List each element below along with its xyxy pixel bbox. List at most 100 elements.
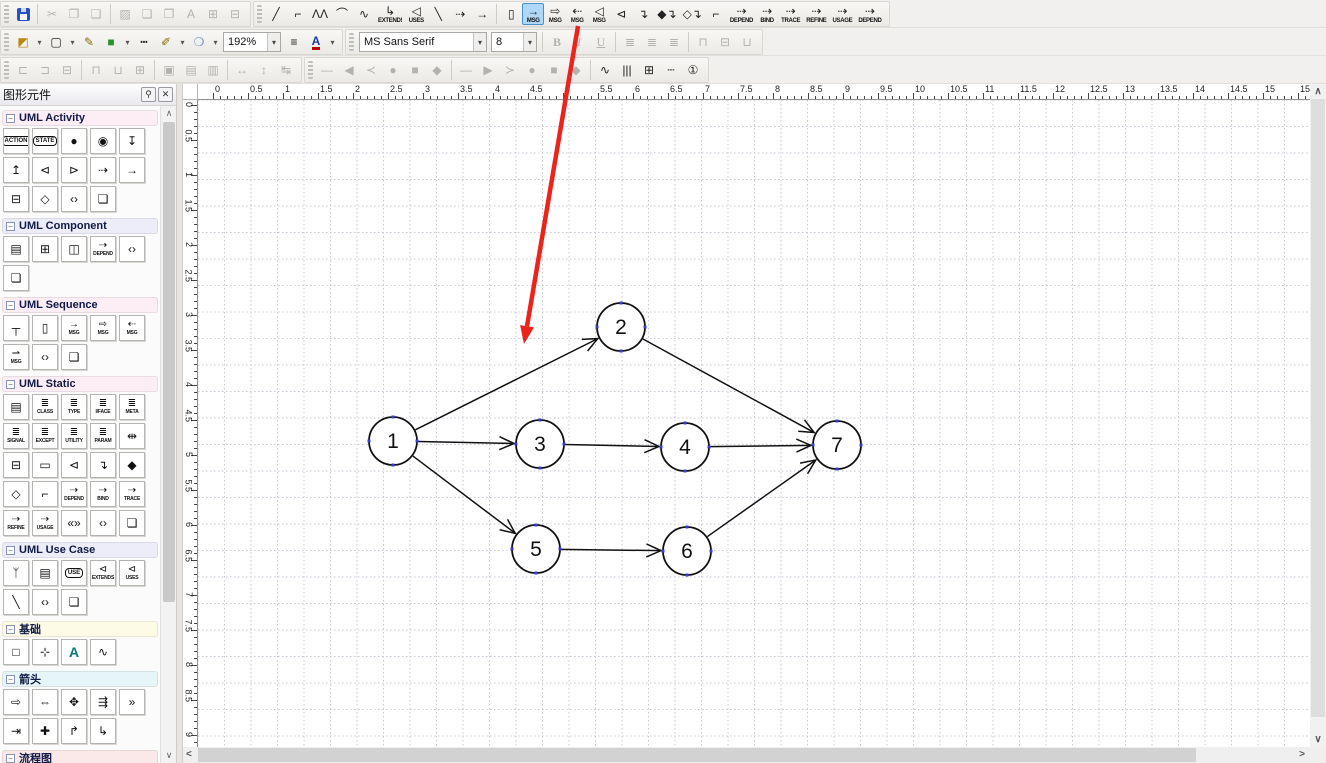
tile-composition[interactable]: ◆: [119, 452, 145, 478]
toolbar-grip[interactable]: [4, 33, 9, 51]
save-button[interactable]: [12, 3, 34, 25]
diagram-edge-6-7[interactable]: [707, 460, 815, 537]
diagram-node-4[interactable]: 4: [660, 422, 711, 473]
tile-depend[interactable]: ⇢DEPEND: [90, 236, 116, 262]
font-family-combo-dropdown[interactable]: ▾: [473, 33, 486, 51]
tile-trace[interactable]: ⇢TRACE: [119, 481, 145, 507]
section-header[interactable]: −UML Sequence: [2, 297, 158, 313]
send-back-button[interactable]: ❐: [158, 3, 180, 25]
tile-line[interactable]: ╲: [3, 589, 29, 615]
toolbar-grip[interactable]: [257, 5, 262, 23]
tile-metaclass[interactable]: ≣META: [119, 394, 145, 420]
tile-arrow-right[interactable]: ⇨: [3, 689, 29, 715]
toolbar-grip[interactable]: [349, 33, 354, 51]
diagram-node-5[interactable]: 5: [511, 524, 562, 575]
tile-class-assoc[interactable]: ⇹: [119, 423, 145, 449]
distribute-v-button[interactable]: ↕: [253, 59, 275, 81]
tile-param-class[interactable]: ≣PARAM: [90, 423, 116, 449]
msg-return-arrow[interactable]: ⇠MSG: [566, 3, 588, 25]
insert-picture-button[interactable]: ▨: [114, 3, 136, 25]
line-tool[interactable]: ╱: [265, 3, 287, 25]
tile-extends[interactable]: ⊲EXTENDS: [90, 560, 116, 586]
align-shapes-right[interactable]: ⊐: [34, 59, 56, 81]
tile-package[interactable]: ▤: [3, 236, 29, 262]
trace-connector[interactable]: ⇢TRACE: [778, 3, 803, 25]
same-height-button[interactable]: ▤: [180, 59, 202, 81]
diagram-edge-4-7[interactable]: [710, 439, 811, 452]
number-button[interactable]: ①: [682, 59, 704, 81]
diagram-edge-2-7[interactable]: [643, 339, 814, 433]
tile-corner-arrow-up[interactable]: ↱: [61, 718, 87, 744]
fill-color-dropdown[interactable]: ▾: [34, 31, 45, 53]
collapse-icon[interactable]: −: [6, 754, 15, 763]
tile-action[interactable]: ACTION: [3, 128, 29, 154]
line-color-button[interactable]: ▢: [45, 31, 67, 53]
scroll-right-icon[interactable]: >: [1299, 749, 1305, 760]
extend-connector[interactable]: ↳EXTEND!: [375, 3, 405, 25]
toolbar-grip[interactable]: [308, 61, 313, 79]
tile-note[interactable]: ‹›: [119, 236, 145, 262]
canvas-vertical-scrollbar[interactable]: ∧ ∨: [1310, 84, 1326, 747]
tile-decision[interactable]: ◇: [32, 186, 58, 212]
copy-button[interactable]: ❐: [63, 3, 85, 25]
arc-tool[interactable]: ⌒: [331, 3, 353, 25]
tile-note[interactable]: ‹›: [90, 510, 116, 536]
canvas-horizontal-scrollbar[interactable]: < >: [183, 747, 1310, 763]
tile-chevron[interactable]: »: [119, 689, 145, 715]
tile-stereo-package[interactable]: «»: [61, 510, 87, 536]
lifeline-tool[interactable]: ▯: [500, 3, 522, 25]
diagram-edge-5-6[interactable]: [561, 544, 661, 557]
align-shapes-middle[interactable]: ⊞: [129, 59, 151, 81]
diagram-node-6[interactable]: 6: [662, 526, 713, 577]
tile-depend[interactable]: ⇢DEPEND: [61, 481, 87, 507]
zoom-combo-dropdown[interactable]: ▾: [267, 33, 280, 51]
diagram-node-3[interactable]: 3: [515, 419, 566, 470]
tile-arrow-quad[interactable]: ✥: [61, 689, 87, 715]
scroll-up-icon[interactable]: ∧: [1310, 86, 1326, 97]
font-size-combo[interactable]: 8▾: [491, 32, 537, 52]
line-weight-button[interactable]: ≡: [283, 31, 305, 53]
valign-top-button[interactable]: ⊓: [692, 31, 714, 53]
align-shapes-center[interactable]: ⊟: [56, 59, 78, 81]
parallel-lines-button[interactable]: |||: [616, 59, 638, 81]
toolbar-grip[interactable]: [4, 61, 9, 79]
tile-dashed-arrow[interactable]: ⇢: [90, 157, 116, 183]
valign-bottom-button[interactable]: ⊔: [736, 31, 758, 53]
tile-join-node[interactable]: ↥: [3, 157, 29, 183]
depend-connector[interactable]: ⇢DEPEND: [727, 3, 756, 25]
end-arrow-open[interactable]: ≻: [499, 59, 521, 81]
generalization-tool[interactable]: ⊲: [610, 3, 632, 25]
tile-page[interactable]: ❏: [3, 265, 29, 291]
toolbar-grip[interactable]: [4, 5, 9, 23]
valign-middle-button[interactable]: ⊟: [714, 31, 736, 53]
tile-item[interactable]: ▭: [32, 452, 58, 478]
begin-diamond[interactable]: ◆: [426, 59, 448, 81]
tile-page[interactable]: ❏: [119, 510, 145, 536]
tile-usage[interactable]: ⇢USAGE: [32, 510, 58, 536]
usage-connector[interactable]: ⇢USAGE: [829, 3, 855, 25]
tile-page[interactable]: ❏: [90, 186, 116, 212]
tile-object[interactable]: ⊟: [3, 452, 29, 478]
section-header[interactable]: −UML Activity: [2, 110, 158, 126]
text-tool-button[interactable]: A: [180, 3, 202, 25]
scrollbar-thumb[interactable]: [198, 748, 1196, 762]
paste-button[interactable]: ❑: [85, 3, 107, 25]
tile-class[interactable]: ≣CLASS: [32, 394, 58, 420]
line2-tool[interactable]: ╲: [427, 3, 449, 25]
tile-initial-node[interactable]: ●: [61, 128, 87, 154]
dash-style-button[interactable]: ┅: [133, 31, 155, 53]
theme-color-button[interactable]: ■: [100, 31, 122, 53]
collapse-icon[interactable]: −: [6, 380, 15, 389]
format-brush-button[interactable]: ✎: [78, 31, 100, 53]
shape-style-dropdown[interactable]: ▾: [210, 31, 221, 53]
shapes-panel-scrollbar[interactable]: ∧ ∨: [160, 106, 176, 763]
ungroup-button[interactable]: ⊟: [224, 3, 246, 25]
distribute-h-button[interactable]: ↔: [231, 59, 253, 81]
distribute-both-button[interactable]: ↹: [275, 59, 297, 81]
drawing-canvas[interactable]: 1234567: [198, 100, 1310, 747]
elbow-arrow-tool[interactable]: ↴: [632, 3, 654, 25]
tile-text[interactable]: A: [61, 639, 87, 665]
tile-signal-receipt[interactable]: ⊲: [32, 157, 58, 183]
end-diamond[interactable]: ◆: [565, 59, 587, 81]
scroll-down-icon[interactable]: ∨: [161, 748, 177, 763]
